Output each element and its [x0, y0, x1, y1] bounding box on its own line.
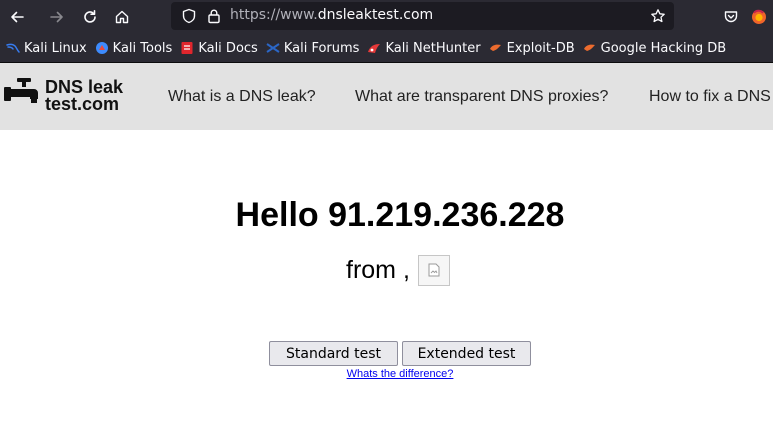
flag-image: [417, 254, 450, 286]
nav-how-to-fix[interactable]: How to fix a DNS: [649, 88, 771, 106]
extension-button[interactable]: [746, 4, 772, 30]
reload-icon: [84, 10, 96, 23]
kali-nethunter-icon: [368, 44, 381, 53]
pocket-icon: [724, 11, 738, 23]
bookmark-label: Kali Linux: [24, 40, 87, 56]
difference-link[interactable]: Whats the difference?: [0, 368, 773, 380]
site-header: DNS leak test.com What is a DNS leak? Wh…: [0, 63, 773, 130]
browser-toolbar: https://www.dnsleaktest.com: [0, 0, 773, 34]
bookmark-label: Kali NetHunter: [385, 40, 481, 56]
kali-forums-icon: [266, 43, 280, 53]
faucet-logo-icon: [4, 78, 38, 103]
home-button[interactable]: [109, 4, 135, 30]
logo-text: DNS leak test.com: [45, 78, 123, 114]
firefox-account-icon: [752, 9, 766, 24]
broken-image-icon: [428, 263, 440, 277]
exploit-db-icon: [489, 44, 501, 51]
bookmark-kali-forums[interactable]: Kali Forums: [266, 40, 360, 56]
kali-tools-icon: [95, 42, 108, 54]
arrow-right-icon: [50, 11, 63, 23]
arrow-left-icon: [11, 11, 24, 23]
logo-line-2: test.com: [45, 94, 120, 114]
forward-button[interactable]: [44, 4, 70, 30]
bookmark-label: Exploit-DB: [506, 40, 575, 56]
back-button[interactable]: [4, 4, 30, 30]
bookmark-kali-nethunter[interactable]: Kali NetHunter: [367, 40, 481, 56]
bookmarks-toolbar: Kali Linux Kali Tools Kali Docs Kali For…: [0, 34, 773, 63]
ghdb-icon: [583, 44, 595, 51]
location-row: from ,: [346, 253, 450, 287]
bookmark-kali-tools[interactable]: Kali Tools: [95, 40, 173, 56]
site-logo[interactable]: DNS leak test.com: [4, 77, 130, 117]
ip-greeting: Hello 91.219.236.228: [235, 196, 565, 234]
pocket-button[interactable]: [718, 4, 744, 30]
kali-docs-icon: [181, 42, 193, 54]
address-bar[interactable]: https://www.dnsleaktest.com: [171, 2, 674, 30]
url-text[interactable]: https://www.dnsleaktest.com: [230, 7, 433, 23]
home-icon: [115, 10, 129, 24]
reload-button[interactable]: [77, 4, 103, 30]
bookmark-star-icon[interactable]: [650, 8, 666, 24]
bookmark-kali-linux[interactable]: Kali Linux: [6, 41, 87, 56]
bookmark-label: Google Hacking DB: [600, 40, 727, 56]
url-domain: dnsleaktest.com: [317, 7, 434, 23]
bookmark-label: Kali Tools: [112, 40, 173, 56]
bookmark-google-hacking-db[interactable]: Google Hacking DB: [583, 40, 727, 56]
standard-test-button[interactable]: Standard test: [269, 341, 398, 366]
bookmark-exploit-db[interactable]: Exploit-DB: [489, 41, 575, 56]
nav-what-is-dns-leak[interactable]: What is a DNS leak?: [168, 88, 316, 106]
location-text: from ,: [346, 255, 410, 284]
bookmark-label: Kali Docs: [198, 40, 258, 56]
nav-transparent-dns-proxies[interactable]: What are transparent DNS proxies?: [355, 88, 608, 106]
bookmark-label: Kali Forums: [283, 40, 360, 56]
extended-test-button[interactable]: Extended test: [402, 341, 531, 366]
url-prefix: https://www.: [230, 7, 318, 23]
bookmark-kali-docs[interactable]: Kali Docs: [180, 41, 258, 56]
tracking-protection-shield-icon[interactable]: [181, 8, 197, 24]
lock-icon[interactable]: [206, 8, 222, 24]
kali-dragon-icon: [6, 43, 20, 53]
